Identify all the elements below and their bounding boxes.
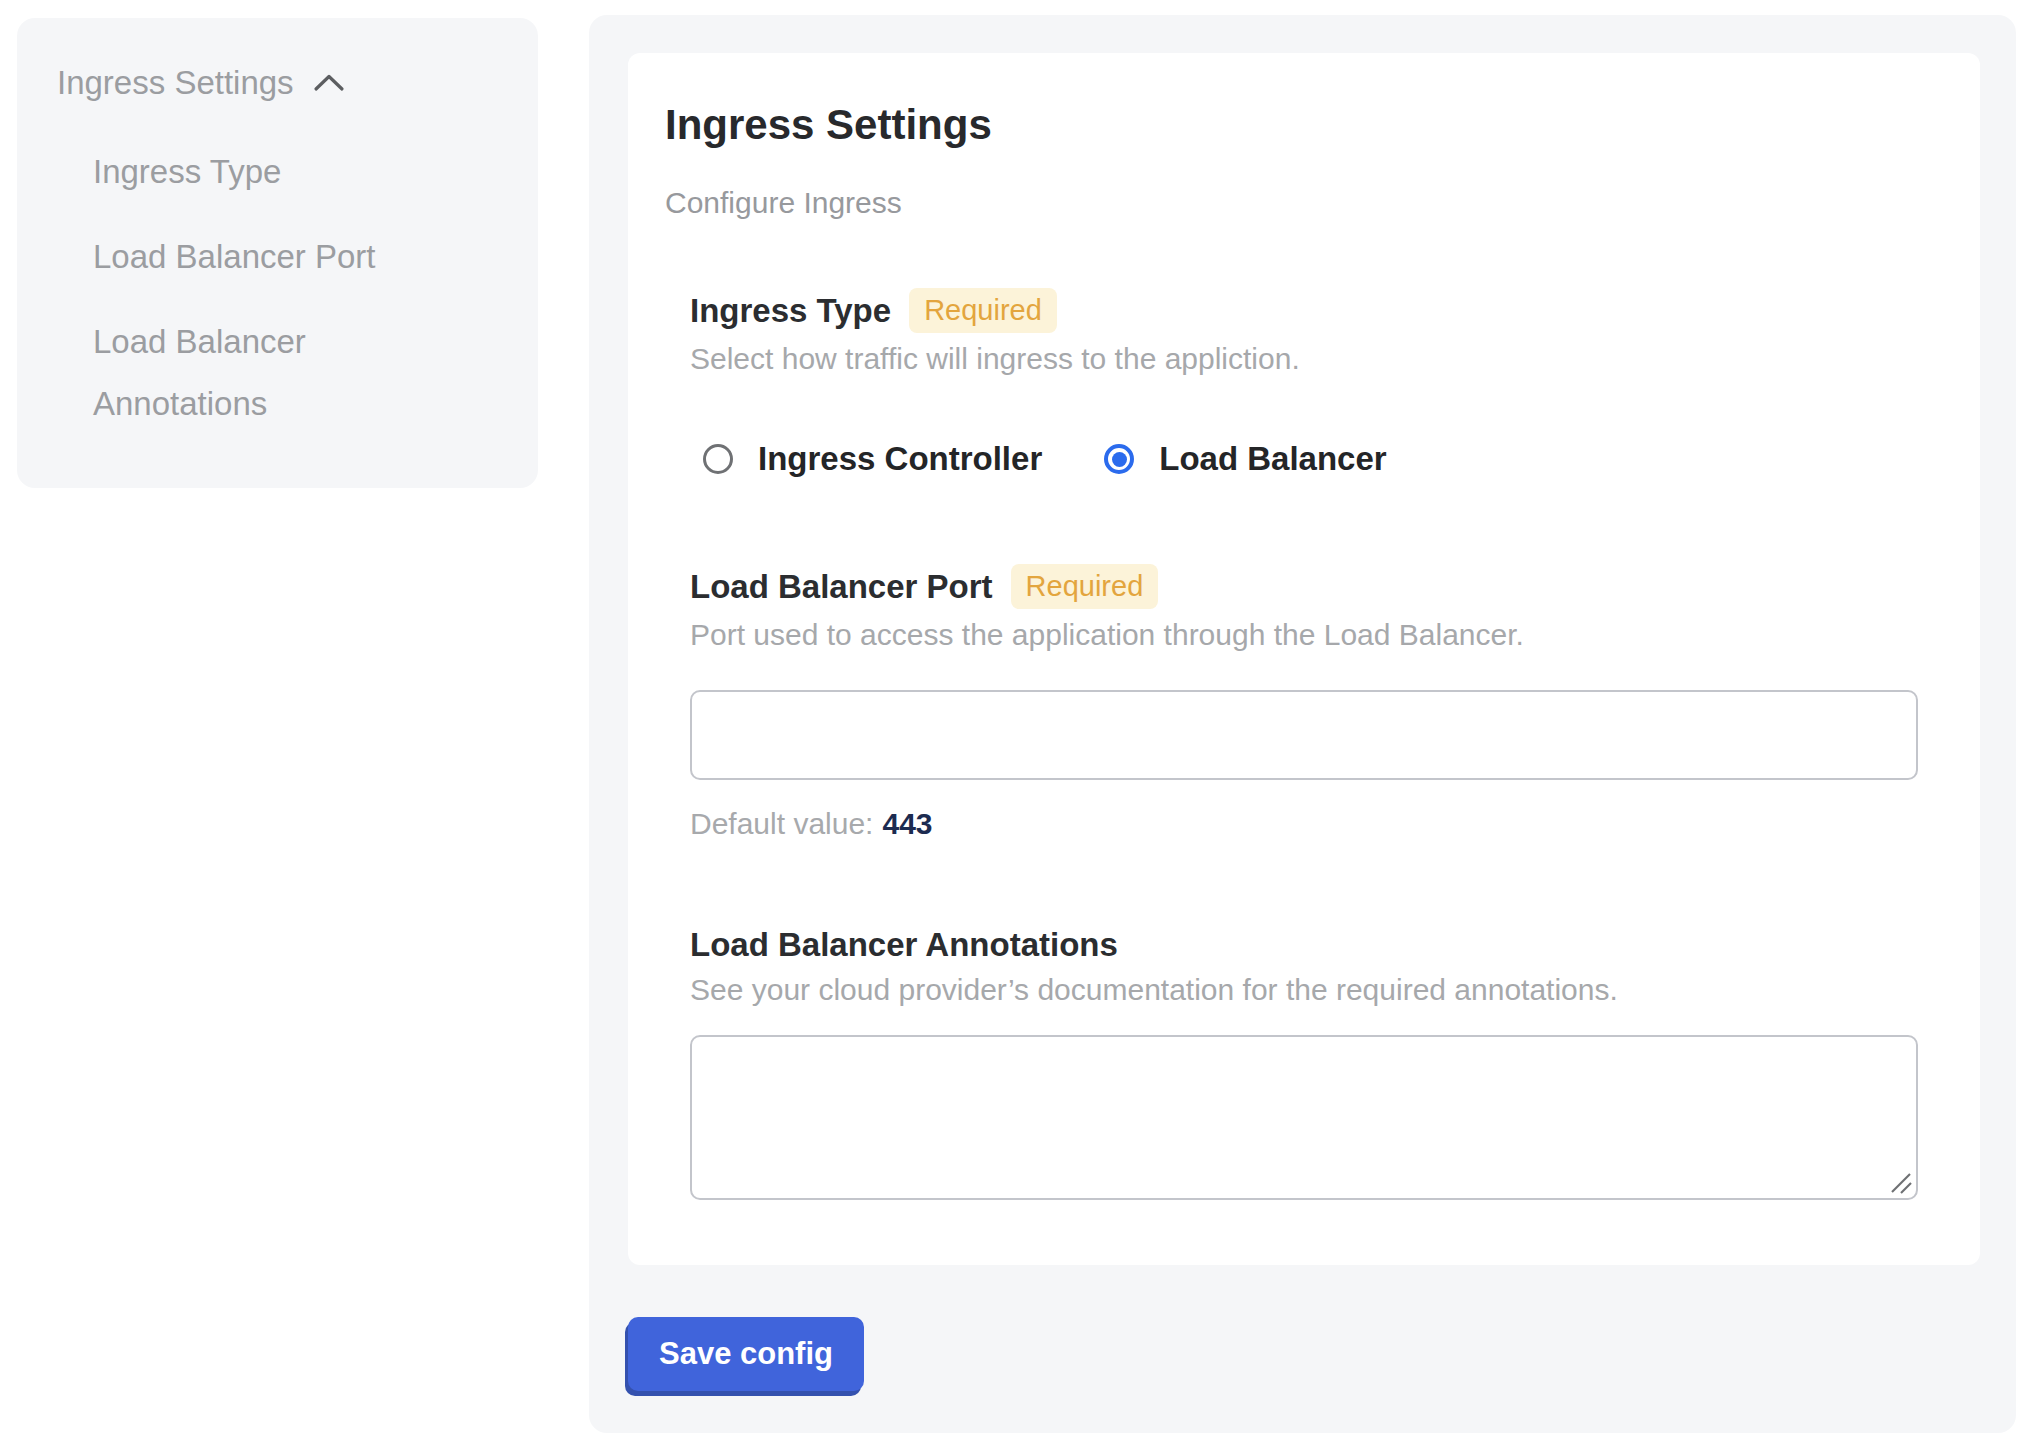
ingress-type-options: Ingress Controller Load Balancer [703, 439, 1916, 479]
required-badge: Required [909, 288, 1057, 333]
ingress-settings-card: Ingress Settings Configure Ingress Ingre… [628, 53, 1980, 1265]
lb-port-description: Port used to access the application thro… [690, 617, 1916, 652]
ingress-type-label: Ingress Type [690, 292, 891, 330]
lb-annotations-textarea-wrap [690, 1035, 1918, 1200]
sidebar-item-list: Ingress Type Load Balancer Port Load Bal… [93, 141, 508, 435]
sidebar-item-ingress-type[interactable]: Ingress Type [93, 141, 453, 203]
sidebar-section-header[interactable]: Ingress Settings [57, 60, 508, 105]
radio-option-ingress-controller[interactable]: Ingress Controller [703, 439, 1042, 479]
save-config-button[interactable]: Save config [628, 1317, 864, 1391]
lb-port-label: Load Balancer Port [690, 568, 993, 606]
settings-nav-sidebar: Ingress Settings Ingress Type Load Balan… [17, 18, 538, 488]
sidebar-section-title: Ingress Settings [57, 60, 294, 105]
default-value-label: Default value: [690, 807, 873, 840]
lb-annotations-section: Load Balancer Annotations See your cloud… [690, 926, 1916, 1007]
sidebar-item-load-balancer-port[interactable]: Load Balancer Port [93, 226, 453, 288]
chevron-up-icon [312, 70, 346, 95]
settings-main-panel: Ingress Settings Configure Ingress Ingre… [589, 15, 2016, 1433]
page-subtitle: Configure Ingress [665, 185, 1916, 220]
radio-label: Ingress Controller [758, 439, 1042, 479]
default-value: 443 [882, 807, 932, 840]
lb-annotations-label: Load Balancer Annotations [690, 926, 1118, 964]
radio-selected-icon[interactable] [1104, 444, 1134, 474]
lb-annotations-description: See your cloud provider’s documentation … [690, 972, 1916, 1007]
radio-label: Load Balancer [1159, 439, 1386, 479]
lb-port-input[interactable] [690, 690, 1918, 780]
sidebar-item-load-balancer-annotations[interactable]: Load Balancer Annotations [93, 311, 453, 435]
lb-annotations-textarea[interactable] [690, 1035, 1918, 1200]
required-badge: Required [1011, 564, 1159, 609]
ingress-type-section: Ingress Type Required Select how traffic… [690, 288, 1916, 376]
page-title: Ingress Settings [665, 101, 1916, 149]
radio-unselected-icon[interactable] [703, 444, 733, 474]
lb-port-section: Load Balancer Port Required Port used to… [690, 564, 1916, 652]
radio-option-load-balancer[interactable]: Load Balancer [1104, 439, 1386, 479]
lb-port-default-row: Default value: 443 [690, 806, 1916, 841]
ingress-type-description: Select how traffic will ingress to the a… [690, 341, 1916, 376]
